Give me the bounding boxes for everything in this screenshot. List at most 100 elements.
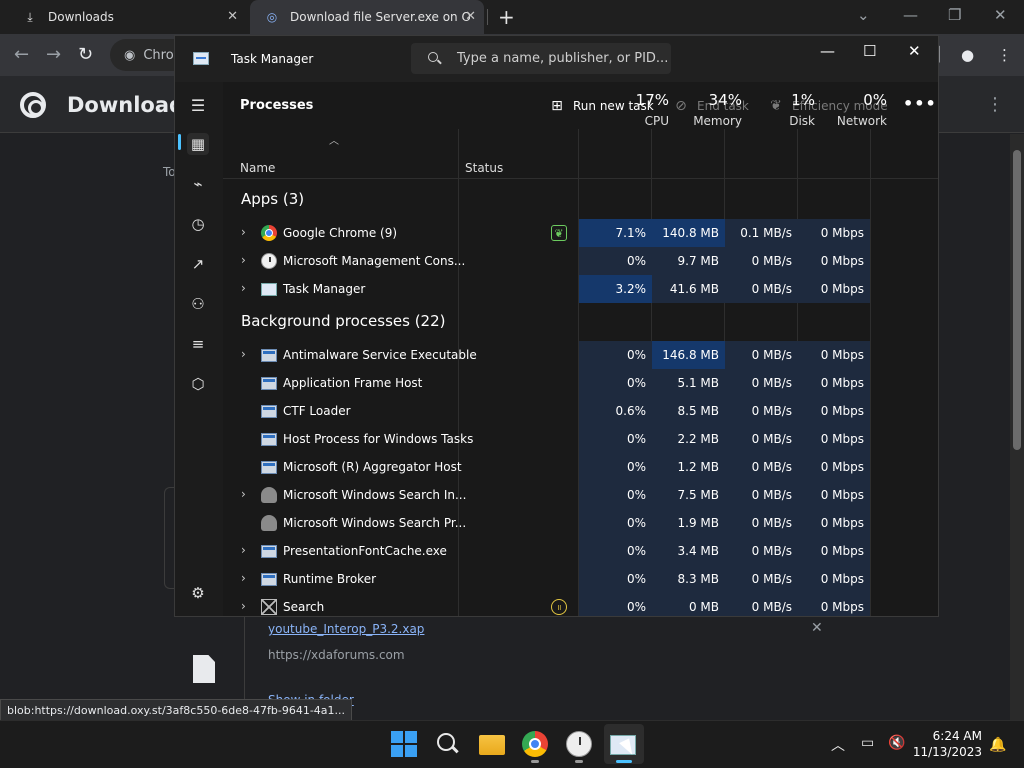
cpu-cell: 7.1% (579, 219, 652, 247)
table-row[interactable]: › Google Chrome (9) ❦ 7.1% 140.8 MB 0.1 … (223, 219, 919, 247)
expand-chevron-icon[interactable]: › (241, 599, 246, 613)
expand-chevron-icon[interactable]: › (241, 253, 246, 267)
disk-cell: 0 MB/s (725, 509, 798, 537)
disk-cell: 0 MB/s (725, 425, 798, 453)
tab-close-icon[interactable]: ✕ (227, 9, 238, 24)
app-history-icon[interactable]: ◷ (187, 213, 209, 235)
settings-gear-icon[interactable]: ⚙ (187, 582, 209, 604)
process-name: Task Manager (283, 282, 366, 296)
expand-chevron-icon[interactable]: › (241, 543, 246, 557)
table-row[interactable]: › Task Manager 3.2% 41.6 MB 0 MB/s 0 Mbp… (223, 275, 919, 303)
tab-close-icon[interactable]: ✕ (465, 9, 476, 24)
table-row[interactable]: › Microsoft Management Cons... 0% 9.7 MB… (223, 247, 919, 275)
active-indicator (616, 760, 632, 763)
network-percent: 0% (863, 91, 887, 109)
profile-icon[interactable]: ● (961, 46, 974, 64)
network-cell: 0 Mbps (798, 481, 870, 509)
taskbar-chrome-icon[interactable] (522, 731, 548, 757)
start-windows-icon[interactable] (391, 731, 417, 757)
processes-icon[interactable]: ▦ (187, 133, 209, 155)
tm-titlebar[interactable]: Task Manager Type a name, publisher, or … (175, 36, 938, 82)
network-cell: 0 Mbps (798, 341, 870, 369)
task-manager-window: Task Manager Type a name, publisher, or … (174, 35, 939, 617)
network-cell: 0 Mbps (798, 425, 870, 453)
tab-downloads[interactable]: ⤓ Downloads ✕ (8, 0, 246, 34)
notification-bell-icon[interactable]: 🔔 (989, 737, 1006, 753)
minimize-button[interactable]: — (820, 42, 835, 60)
expand-chevron-icon[interactable]: › (241, 281, 246, 295)
process-name: Search (283, 600, 325, 614)
scrollbar-thumb[interactable] (1013, 150, 1021, 450)
taskbar-mmc-icon[interactable] (566, 731, 592, 757)
downloads-menu-icon[interactable]: ⋮ (986, 94, 1004, 115)
page-scrollbar[interactable] (1010, 134, 1024, 720)
back-arrow-icon[interactable]: ← (14, 44, 29, 65)
disk-cell: 0 MB/s (725, 593, 798, 616)
efficiency-leaf-icon: ❦ (551, 225, 567, 241)
process-name: Microsoft Management Cons... (283, 254, 466, 268)
expand-chevron-icon[interactable]: › (241, 487, 246, 501)
window-app-icon (261, 433, 277, 446)
hamburger-menu-icon[interactable]: ☰ (187, 94, 209, 116)
browser-close-icon[interactable]: ✕ (994, 6, 1007, 24)
window-app-icon (261, 405, 277, 418)
disk-cell: 0 MB/s (725, 275, 798, 303)
clock-time[interactable]: 6:24 AM (918, 729, 982, 743)
expand-chevron-icon[interactable]: › (241, 347, 246, 361)
cpu-cell: 0% (579, 537, 652, 565)
expand-chevron-icon[interactable]: › (241, 571, 246, 585)
table-row[interactable]: Host Process for Windows Tasks 0% 2.2 MB… (223, 425, 919, 453)
performance-icon[interactable]: ⌁ (187, 173, 209, 195)
col-status[interactable]: Status (465, 161, 503, 175)
tab-oxy-download[interactable]: ◎ Download file Server.exe on Oxy ✕ (250, 0, 484, 34)
process-search-input[interactable]: Type a name, publisher, or PID... (411, 43, 671, 74)
file-explorer-icon[interactable] (479, 735, 505, 755)
maximize-button[interactable]: ☐ (863, 42, 876, 60)
taskbar-search-icon[interactable] (435, 731, 461, 757)
search-indexer-icon (261, 487, 277, 503)
table-row[interactable]: › Microsoft Windows Search In... 0% 7.5 … (223, 481, 919, 509)
more-options-icon[interactable]: ••• (903, 94, 937, 113)
cpu-label: CPU (644, 114, 669, 128)
cpu-cell: 3.2% (579, 275, 652, 303)
table-row[interactable]: › Antimalware Service Executable 0% 146.… (223, 341, 919, 369)
remove-download-icon[interactable]: ✕ (811, 620, 823, 636)
users-icon[interactable]: ⚇ (187, 293, 209, 315)
download-filename-link[interactable]: youtube_Interop_P3.2.xap (268, 622, 424, 636)
col-name[interactable]: Name (240, 161, 275, 175)
table-row[interactable]: › Search ॥ 0% 0 MB 0 MB/s 0 Mbps (223, 593, 919, 616)
volume-muted-icon[interactable]: 🔇 (888, 735, 905, 751)
expand-chevron-icon[interactable]: › (241, 225, 246, 239)
forward-arrow-icon[interactable]: → (46, 44, 61, 65)
browser-menu-icon[interactable]: ⋮ (997, 46, 1012, 64)
network-icon[interactable]: ▭ (861, 735, 874, 751)
table-row[interactable]: › PresentationFontCache.exe 0% 3.4 MB 0 … (223, 537, 919, 565)
window-title: Task Manager (231, 52, 314, 66)
table-row[interactable]: CTF Loader 0.6% 8.5 MB 0 MB/s 0 Mbps (223, 397, 919, 425)
site-favicon-icon: ◎ (266, 10, 278, 24)
network-cell: 0 Mbps (798, 275, 870, 303)
disk-cell: 0 MB/s (725, 369, 798, 397)
table-row[interactable]: Microsoft (R) Aggregator Host 0% 1.2 MB … (223, 453, 919, 481)
browser-restore-icon[interactable]: ❐ (948, 6, 961, 24)
new-tab-button[interactable]: + (498, 5, 515, 29)
table-row[interactable]: › Runtime Broker 0% 8.3 MB 0 MB/s 0 Mbps (223, 565, 919, 593)
memory-cell: 140.8 MB (652, 219, 725, 247)
browser-minimize-icon[interactable]: — (903, 6, 918, 24)
memory-cell: 2.2 MB (652, 425, 725, 453)
table-row[interactable]: Application Frame Host 0% 5.1 MB 0 MB/s … (223, 369, 919, 397)
cpu-cell: 0% (579, 341, 652, 369)
show-hidden-icons-chevron-icon[interactable]: ︿ (831, 735, 845, 755)
tab-search-chevron-icon[interactable]: ⌄ (857, 6, 870, 24)
reload-icon[interactable]: ↻ (78, 44, 93, 65)
clock-date[interactable]: 11/13/2023 (910, 745, 982, 759)
close-button[interactable]: ✕ (908, 42, 921, 60)
details-icon[interactable]: ≡ (187, 333, 209, 355)
cpu-cell: 0% (579, 593, 652, 616)
table-row[interactable]: Microsoft Windows Search Pr... 0% 1.9 MB… (223, 509, 919, 537)
process-name: Microsoft Windows Search Pr... (283, 516, 467, 530)
services-icon[interactable]: ⬡ (187, 373, 209, 395)
disk-cell: 0 MB/s (725, 481, 798, 509)
network-cell: 0 Mbps (798, 369, 870, 397)
startup-apps-icon[interactable]: ↗ (187, 253, 209, 275)
